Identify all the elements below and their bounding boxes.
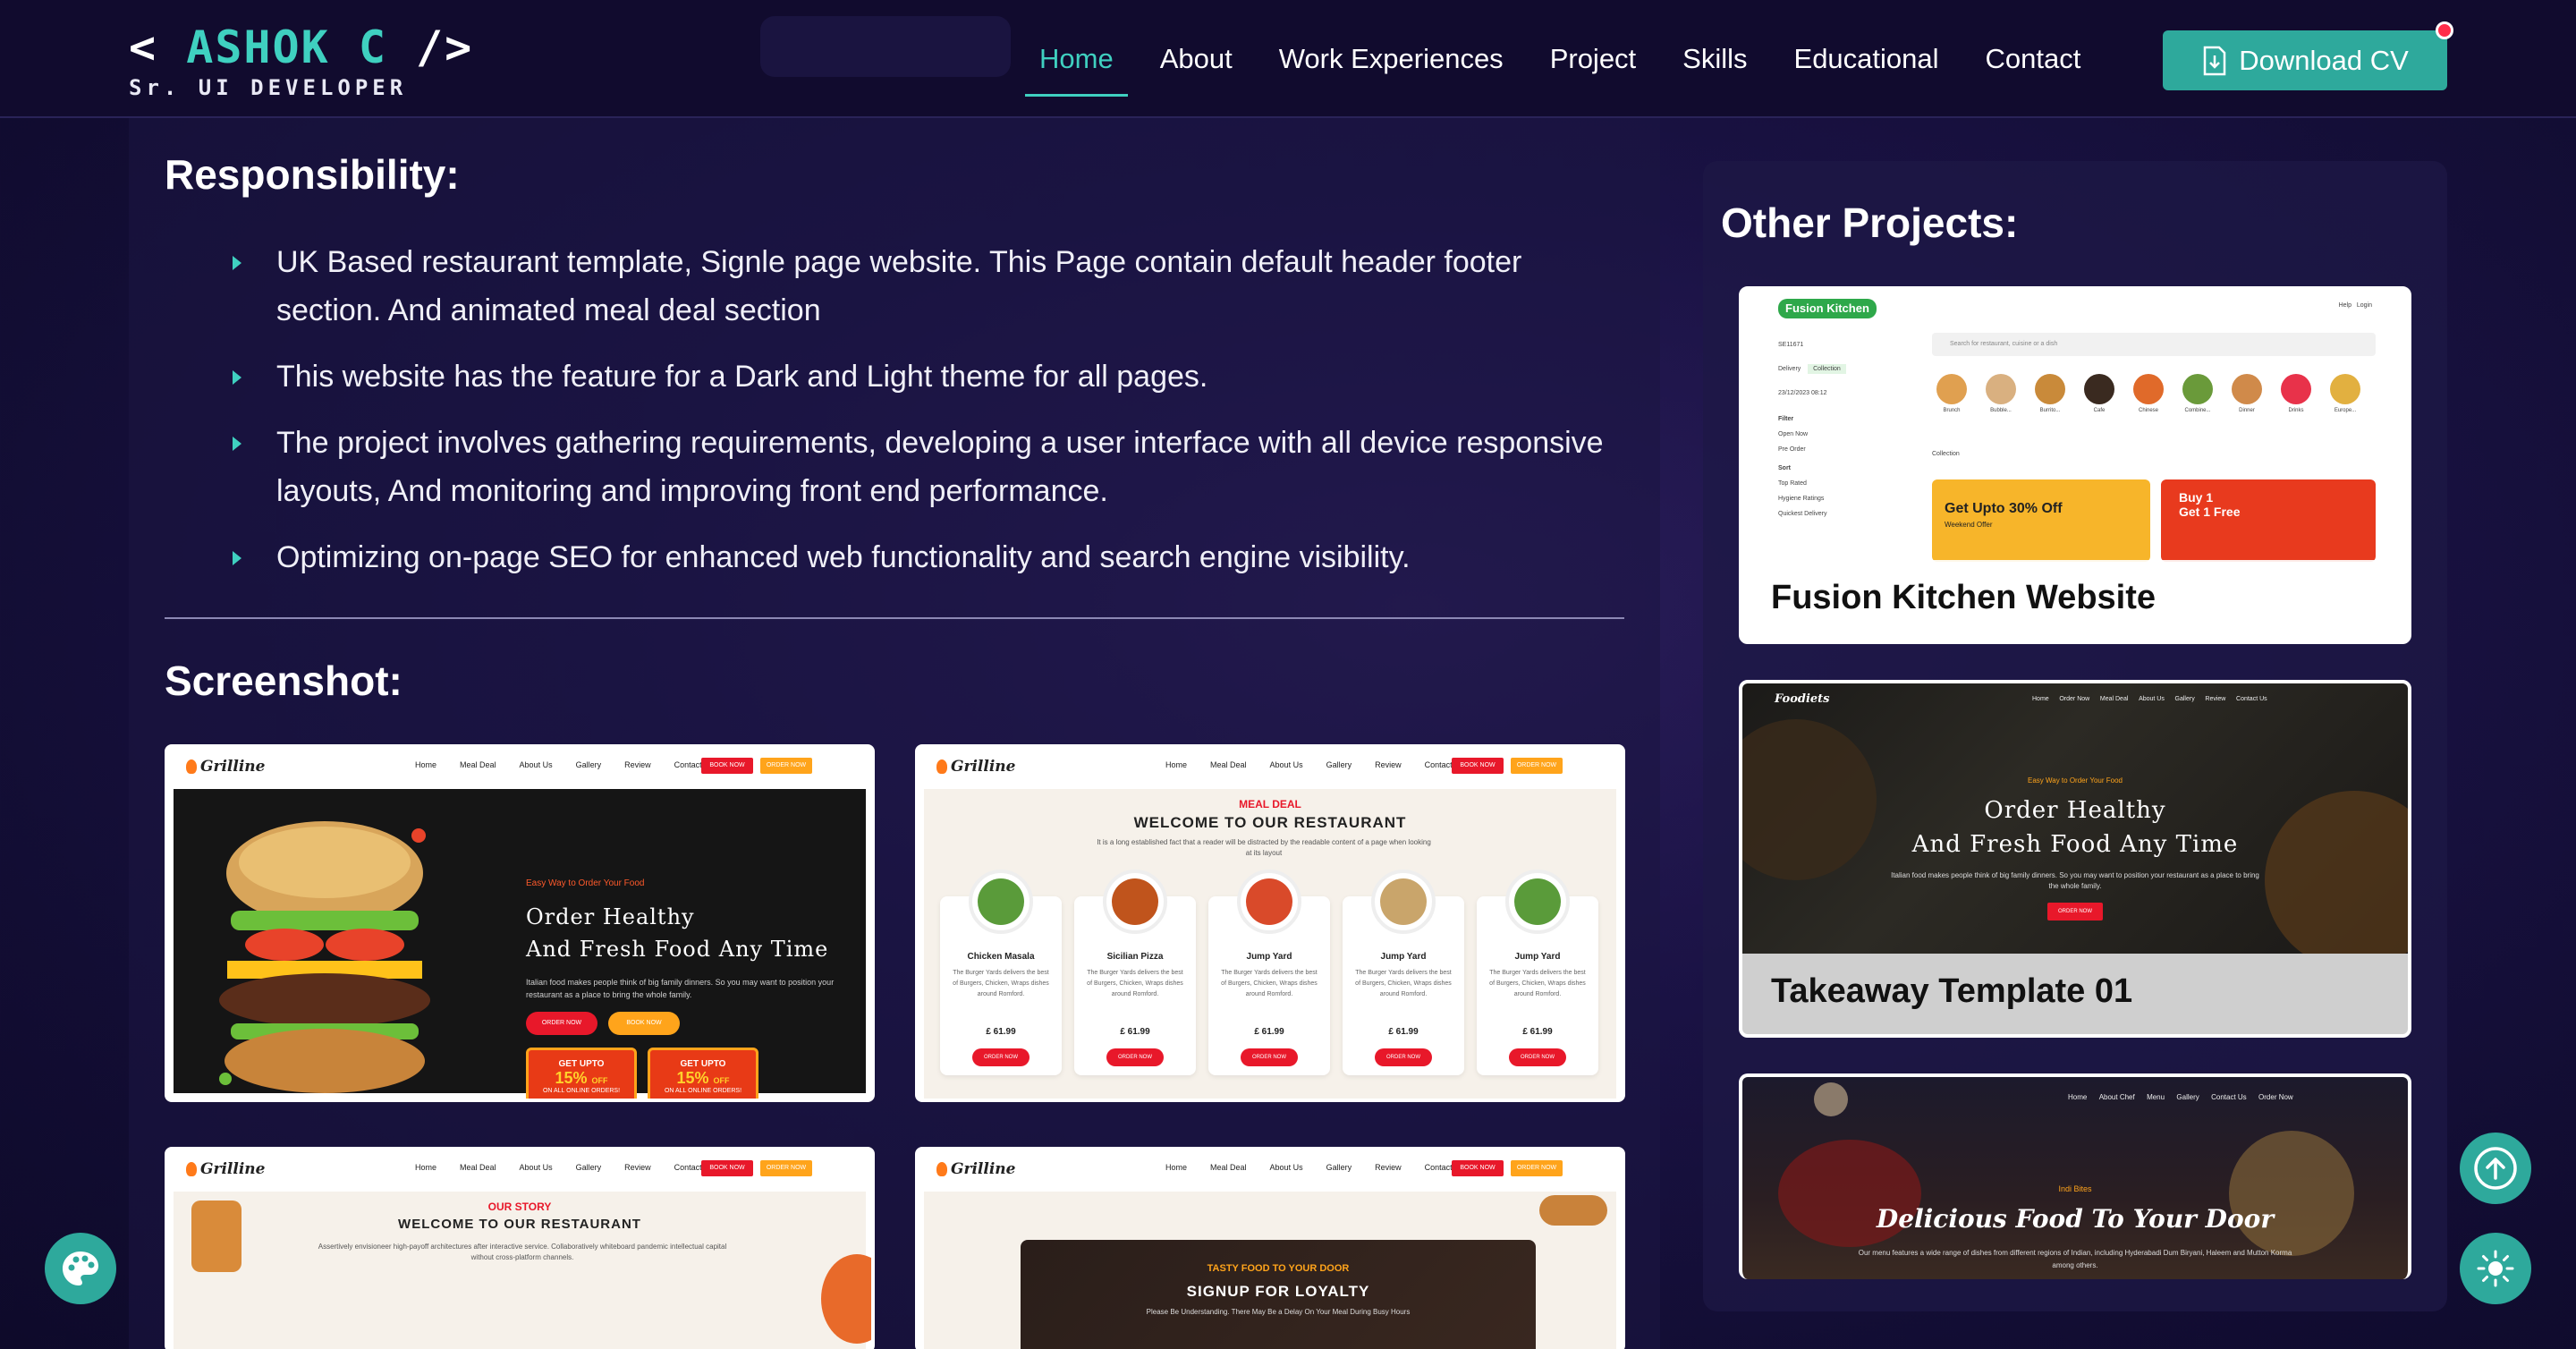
project-title: Takeaway Template 01: [1771, 972, 2133, 1010]
loyalty-banner: TASTY FOOD TO YOUR DOOR SIGNUP FOR LOYAL…: [1021, 1240, 1536, 1349]
bullet-arrow-icon: [233, 437, 242, 451]
screenshot-our-story[interactable]: Grilline Home Meal Deal About Us Gallery Rev…: [165, 1147, 875, 1349]
nav-contact[interactable]: Contact: [1986, 0, 2081, 118]
takeaway-hero: Foodiets Home Order Now Meal Deal About …: [1742, 683, 2408, 970]
pizza-image: [821, 1254, 871, 1344]
list-item: Optimizing on-page SEO for enhanced web …: [233, 533, 1628, 581]
project-card-fusion-kitchen[interactable]: Fusion Kitchen Help Login Search for res…: [1739, 286, 2411, 644]
list-item: The project involves gathering requireme…: [233, 419, 1628, 515]
meal-card: Chicken Masala The Burger Yards delivers…: [940, 870, 1062, 1075]
sun-icon: [2477, 1250, 2514, 1287]
download-icon: [2203, 46, 2226, 75]
meal-section: MEAL DEAL WELCOME TO OUR RESTAURANT It i…: [924, 789, 1616, 1099]
list-item: This website has the feature for a Dark …: [233, 352, 1628, 401]
screenshot-hero[interactable]: Grilline Home Meal Deal About Us Gallery Rev…: [165, 744, 875, 1102]
meal-card: Jump Yard The Burger Yards delivers the …: [1208, 870, 1330, 1075]
screenshot-meal-deal[interactable]: Grilline Home Meal Deal About Us Gallery Rev…: [915, 744, 1625, 1102]
background-pill: [760, 16, 1011, 77]
download-cv-button[interactable]: Download CV: [2163, 30, 2447, 90]
palette-icon: [63, 1251, 98, 1285]
meal-card: Jump Yard The Burger Yards delivers the …: [1343, 870, 1464, 1075]
section-divider: [165, 617, 1624, 619]
logo-name: < ASHOK C />: [129, 21, 474, 73]
mini-navbar: Grilline Home Meal Deal About Us Gallery Rev…: [919, 748, 1622, 787]
nav-work-experiences[interactable]: Work Experiences: [1279, 0, 1504, 118]
hero-text: Easy Way to Order Your Food Order Health…: [526, 878, 848, 1099]
fusion-filter-sidebar: SE11671 Delivery Collection 23/12/2023 0…: [1778, 331, 1911, 517]
notification-dot: [2436, 21, 2453, 39]
fusion-banner-bogo: Buy 1 Get 1 Free: [2161, 479, 2376, 562]
arrow-up-icon: [2474, 1147, 2517, 1190]
responsibility-list: UK Based restaurant template, Signle pag…: [233, 238, 1628, 599]
mini-book-button: BOOK NOW: [701, 758, 753, 774]
fusion-logo: Fusion Kitchen: [1778, 299, 1877, 318]
indibites-hero: Home About Chef Menu Gallery Contact Us …: [1742, 1077, 2408, 1279]
mini-nav-links: Home Meal Deal About Us Gallery Review Contac…: [415, 760, 715, 769]
bullet-arrow-icon: [233, 370, 242, 385]
burger-image: [219, 821, 430, 1093]
project-title: Fusion Kitchen Website: [1742, 560, 2408, 641]
meal-card: Sicilian Pizza The Burger Yards delivers…: [1074, 870, 1196, 1075]
meal-cards: Chicken Masala The Burger Yards delivers…: [940, 870, 1598, 1075]
mini-logo: Grilline: [185, 758, 266, 776]
site-logo[interactable]: < ASHOK C /> Sr. UI DEVELOPER: [129, 21, 474, 100]
nav-home[interactable]: Home: [1025, 0, 1128, 118]
hero-section: Easy Way to Order Your Food Order Health…: [174, 789, 866, 1099]
fusion-search-bar: Search for restaurant, cuisine or a dish: [1932, 333, 2376, 356]
dark-light-toggle-button[interactable]: [2460, 1233, 2531, 1304]
theme-color-button[interactable]: [45, 1233, 116, 1304]
logo-subtitle: Sr. UI DEVELOPER: [129, 75, 408, 100]
scroll-to-top-button[interactable]: [2460, 1133, 2531, 1204]
nav-project[interactable]: Project: [1550, 0, 1636, 118]
project-card-takeaway[interactable]: Foodiets Home Order Now Meal Deal About …: [1739, 680, 2411, 1038]
bullet-arrow-icon: [233, 256, 242, 270]
other-projects-heading: Other Projects:: [1721, 199, 2019, 246]
site-header: < ASHOK C /> Sr. UI DEVELOPER Home About…: [0, 0, 2576, 118]
screenshot-loyalty[interactable]: Grilline Home Meal Deal About Us Gallery Rev…: [915, 1147, 1625, 1349]
indibites-logo: [1814, 1082, 1848, 1116]
list-item: UK Based restaurant template, Signle pag…: [233, 238, 1628, 335]
fusion-categories: Brunch Bubble... Burrito... Cafe Chinese…: [1932, 374, 2365, 413]
nav-educational[interactable]: Educational: [1794, 0, 1939, 118]
nav-skills[interactable]: Skills: [1682, 0, 1747, 118]
bullet-arrow-icon: [233, 551, 242, 565]
coupon-badge: GET UPTO 15% OFF ON ALL ONLINE ORDERS!: [526, 1048, 637, 1099]
meal-card: Jump Yard The Burger Yards delivers the …: [1477, 870, 1598, 1075]
fusion-banner-offer: Get Upto 30% Off Weekend Offer: [1932, 479, 2150, 562]
download-cv-label: Download CV: [2239, 44, 2409, 76]
burger-image: [1539, 1195, 1607, 1226]
mini-order-button: ORDER NOW: [760, 758, 812, 774]
nav-about[interactable]: About: [1160, 0, 1233, 118]
coupon-badge: GET UPTO 15% OFF ON ALL ONLINE ORDERS!: [648, 1048, 758, 1099]
responsibility-heading: Responsibility:: [165, 151, 460, 198]
main-nav: Home About Work Experiences Project Skil…: [1025, 0, 2127, 118]
project-card-indi-bites[interactable]: Home About Chef Menu Gallery Contact Us …: [1739, 1073, 2411, 1279]
screenshot-heading: Screenshot:: [165, 658, 402, 704]
mini-navbar: Grilline Home Meal Deal About Us Gallery Rev…: [168, 748, 871, 787]
